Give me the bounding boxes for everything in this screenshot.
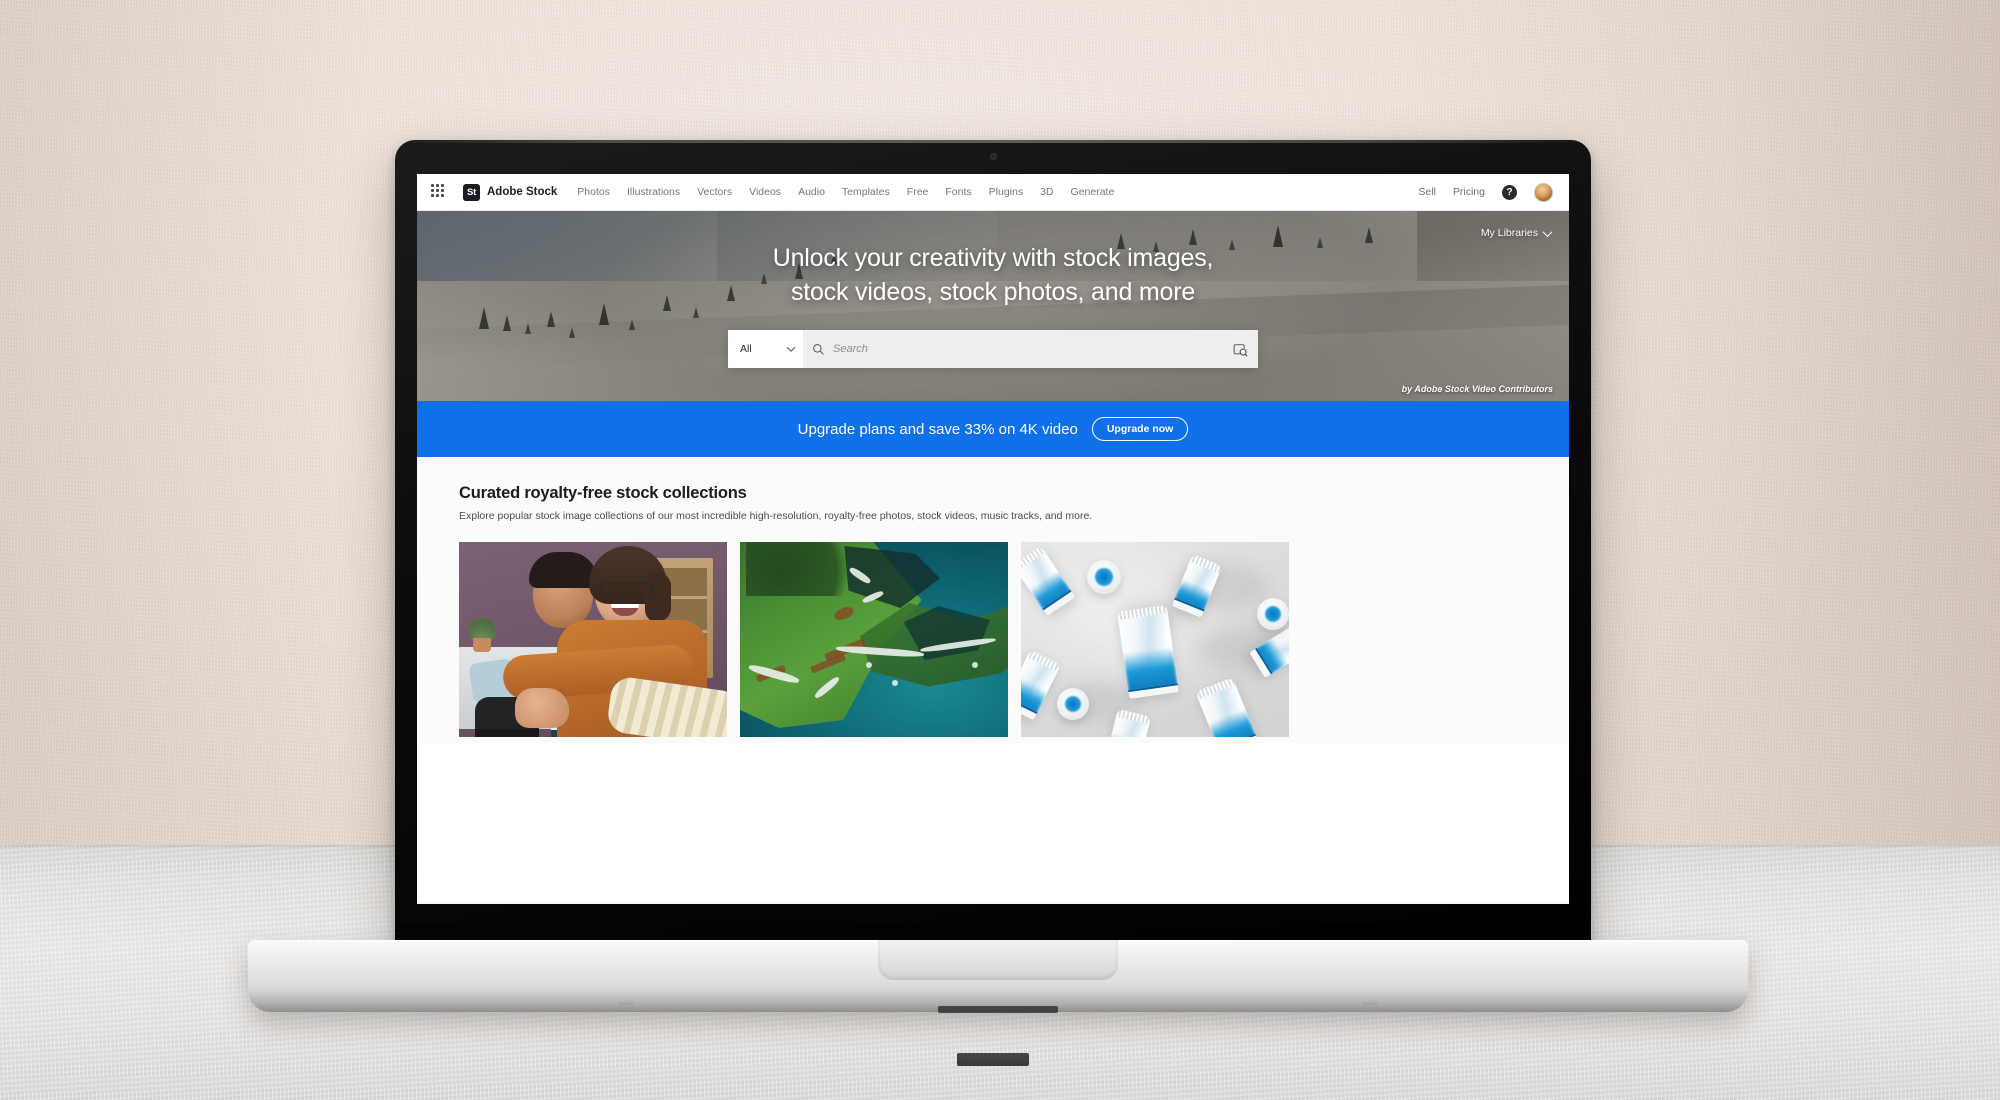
section-subheading: Explore popular stock image collections … [459, 510, 1093, 522]
laptop-screen: St Adobe Stock Photos Illustrations Vect… [417, 174, 1569, 904]
card2-foam [972, 662, 978, 668]
collection-card-grid [459, 542, 1527, 737]
card3-jar [1087, 560, 1121, 594]
nav-item-vectors[interactable]: Vectors [697, 186, 732, 198]
adobe-stock-mark-icon: St [463, 183, 480, 201]
brand-logo[interactable]: St Adobe Stock [463, 183, 558, 201]
nav-item-3d[interactable]: 3D [1040, 186, 1053, 198]
chevron-down-icon [786, 343, 796, 352]
nav-item-audio[interactable]: Audio [798, 186, 825, 198]
nav-item-illustrations[interactable]: Illustrations [627, 186, 680, 198]
upgrade-now-button[interactable]: Upgrade now [1091, 417, 1189, 441]
secondary-nav-links: Sell Pricing ? [1418, 182, 1553, 202]
promo-banner: Upgrade plans and save 33% on 4K video U… [417, 401, 1569, 457]
webcam-icon [989, 153, 997, 160]
nav-item-sell[interactable]: Sell [1418, 186, 1436, 198]
content-bottom-fade [417, 900, 1569, 904]
my-libraries-button[interactable]: My Libraries [1480, 226, 1553, 239]
app-switcher-icon[interactable] [431, 184, 447, 200]
base-front-shading [248, 990, 1748, 1012]
nav-item-photos[interactable]: Photos [577, 186, 610, 198]
product-mockup-scene: St Adobe Stock Photos Illustrations Vect… [0, 0, 2000, 1100]
search-input[interactable] [833, 343, 1222, 355]
card3-jar-swirl [1264, 605, 1282, 623]
card1-plant-pot [473, 638, 491, 652]
search-category-select[interactable]: All [728, 330, 803, 368]
card-couple-embracing[interactable] [459, 542, 727, 737]
webpage: St Adobe Stock Photos Illustrations Vect… [417, 174, 1569, 904]
card3-jar [1057, 688, 1089, 720]
search-bar: All [728, 330, 1258, 368]
card1-woman-hair [645, 572, 671, 622]
card3-tube-crimp [1288, 623, 1289, 654]
curated-collections-section: Curated royalty-free stock collections E… [417, 457, 1569, 743]
my-libraries-label: My Libraries [1480, 227, 1538, 239]
nav-item-fonts[interactable]: Fonts [945, 186, 971, 198]
hero-credit: by Adobe Stock Video Contributors [1401, 384, 1553, 394]
card1-plant [469, 618, 495, 640]
base-open-notch [878, 940, 1118, 980]
card1-hands [515, 688, 569, 728]
card3-jar-swirl [1095, 568, 1113, 586]
card2-foam [892, 680, 898, 686]
nav-item-plugins[interactable]: Plugins [989, 186, 1023, 198]
nav-item-pricing[interactable]: Pricing [1453, 186, 1485, 198]
nav-item-videos[interactable]: Videos [749, 186, 781, 198]
card-cosmetic-tubes[interactable] [1021, 542, 1289, 737]
laptop-base [248, 940, 1748, 1013]
user-avatar[interactable] [1534, 182, 1553, 202]
visual-search-camera-icon[interactable] [1222, 342, 1258, 357]
section-heading: Curated royalty-free stock collections [459, 484, 747, 502]
hero-banner: My Libraries Unlock your creativity with… [417, 211, 1569, 401]
card2-foam [866, 662, 872, 668]
laptop-device: St Adobe Stock Photos Illustrations Vect… [0, 0, 2000, 1100]
nav-item-generate[interactable]: Generate [1071, 186, 1115, 198]
card-aerial-coastline[interactable] [740, 542, 1008, 737]
card1-glasses [600, 582, 654, 597]
search-category-value: All [740, 343, 752, 355]
chevron-down-icon [1542, 226, 1553, 237]
primary-nav-links: Photos Illustrations Vectors Videos Audi… [577, 186, 1114, 198]
card2-treeline [746, 542, 866, 596]
promo-text: Upgrade plans and save 33% on 4K video [797, 420, 1078, 438]
nav-item-free[interactable]: Free [907, 186, 929, 198]
help-question-icon[interactable]: ? [1502, 184, 1517, 200]
card1-man-hair [529, 552, 597, 588]
lid-top-highlight [395, 140, 1591, 143]
brand-name-label: Adobe Stock [487, 186, 558, 198]
top-navigation-bar: St Adobe Stock Photos Illustrations Vect… [417, 174, 1569, 211]
hero-title-line-2: stock videos, stock photos, and more [790, 277, 1196, 306]
laptop-chin-logo [957, 1053, 1029, 1066]
card3-tube-ink [1104, 733, 1145, 737]
hero-title-line-1: Unlock your creativity with stock images… [772, 244, 1214, 272]
nav-item-templates[interactable]: Templates [842, 186, 890, 198]
card3-jar [1257, 598, 1289, 630]
card3-jar-swirl [1064, 695, 1082, 713]
search-magnifier-icon [803, 343, 833, 356]
page-title: Unlock your creativity with stock images… [417, 211, 1569, 309]
